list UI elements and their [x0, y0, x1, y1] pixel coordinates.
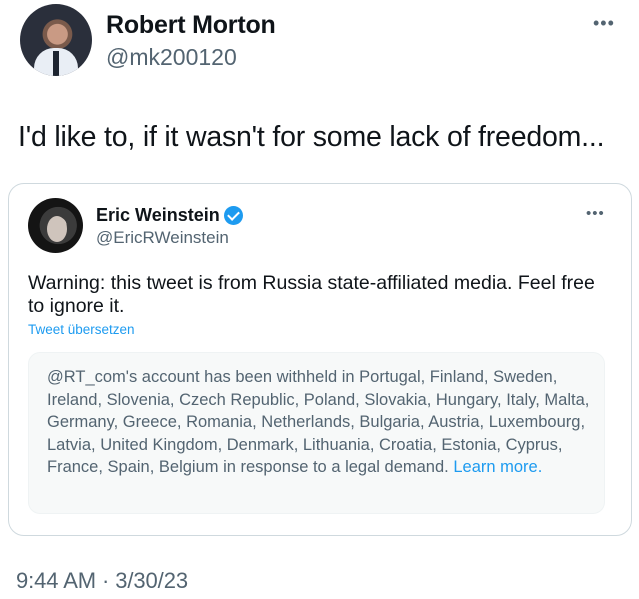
quoted-more-options-icon[interactable]: ••• — [586, 205, 605, 222]
verified-badge-icon — [223, 206, 243, 225]
more-options-icon[interactable]: ••• — [593, 13, 615, 34]
quoted-author-name[interactable]: Eric Weinstein — [96, 205, 220, 226]
quoted-author-name-row: Eric Weinstein — [96, 205, 243, 226]
avatar-tie — [53, 51, 59, 76]
translate-tweet-link[interactable]: Tweet übersetzen — [28, 322, 135, 337]
author-avatar[interactable] — [20, 4, 92, 76]
learn-more-link[interactable]: Learn more. — [453, 458, 542, 476]
quoted-author-avatar[interactable] — [28, 198, 83, 253]
author-name[interactable]: Robert Morton — [106, 11, 276, 40]
avatar-face — [47, 216, 67, 242]
quoted-author-handle[interactable]: @EricRWeinstein — [96, 228, 229, 248]
author-handle[interactable]: @mk200120 — [106, 44, 237, 71]
withheld-notice-text: @RT_com's account has been withheld in P… — [47, 366, 595, 479]
quoted-tweet-text: Warning: this tweet is from Russia state… — [28, 272, 595, 317]
tweet-timestamp[interactable]: 9:44 AM · 3/30/23 — [16, 568, 188, 594]
withheld-notice: @RT_com's account has been withheld in P… — [28, 352, 605, 514]
tweet-text: I'd like to, if it wasn't for some lack … — [18, 121, 605, 153]
